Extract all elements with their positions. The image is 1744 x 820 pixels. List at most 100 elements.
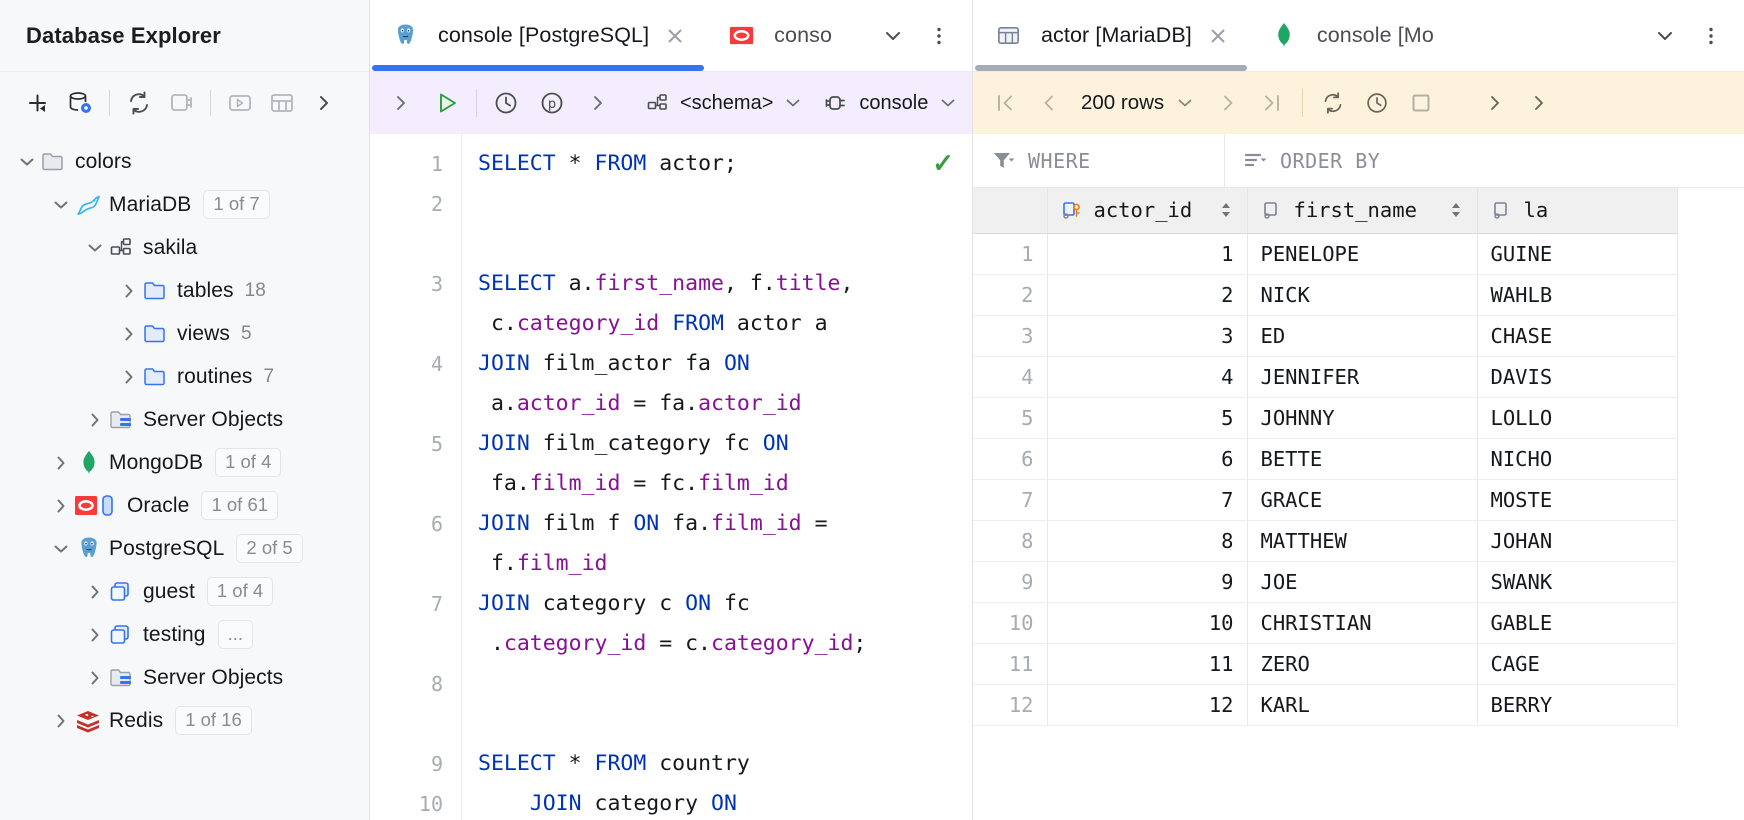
chevron-down-icon[interactable] [48, 192, 74, 218]
first-page-icon[interactable] [983, 81, 1027, 125]
tree-item-server-objects[interactable]: Server Objects [0, 656, 369, 699]
sort-indicator-icon[interactable] [1448, 199, 1464, 221]
cell-actor-id[interactable]: 4 [1047, 356, 1247, 397]
cell-first-name[interactable]: JOHNNY [1247, 397, 1477, 438]
chevron-down-icon[interactable] [48, 536, 74, 562]
table-editor-icon[interactable] [262, 84, 302, 122]
database-settings-icon[interactable] [60, 84, 100, 122]
history-icon[interactable] [483, 81, 529, 125]
table-row[interactable]: 77GRACEMOSTE [973, 479, 1677, 520]
cell-last-name[interactable]: GUINE [1477, 233, 1677, 274]
code-line[interactable]: .category_id = c.category_id; [478, 624, 972, 664]
cell-actor-id[interactable]: 6 [1047, 438, 1247, 479]
code-line[interactable]: JOIN film_actor fa ON [478, 344, 972, 384]
cell-last-name[interactable]: WAHLB [1477, 274, 1677, 315]
cell-first-name[interactable]: CHRISTIAN [1247, 602, 1477, 643]
disconnect-icon[interactable] [161, 84, 201, 122]
tree-item-redis[interactable]: Redis1 of 16 [0, 699, 369, 742]
tree-item-testing[interactable]: testing... [0, 613, 369, 656]
more-vertical-icon[interactable] [916, 13, 962, 59]
table-row[interactable]: 1212KARLBERRY [973, 684, 1677, 725]
row-number[interactable]: 9 [973, 561, 1047, 602]
code-line[interactable]: SELECT a.first_name, f.title, [478, 264, 972, 304]
next-page-icon[interactable] [1206, 81, 1250, 125]
cell-actor-id[interactable]: 2 [1047, 274, 1247, 315]
cell-last-name[interactable]: GABLE [1477, 602, 1677, 643]
tree-item-guest[interactable]: guest1 of 4 [0, 570, 369, 613]
where-filter-input[interactable]: WHERE [973, 134, 1225, 187]
code-line[interactable]: SELECT * FROM actor; [478, 144, 972, 184]
refresh-icon[interactable] [119, 84, 159, 122]
close-icon[interactable] [1205, 23, 1231, 49]
chevron-right-icon[interactable] [82, 579, 108, 605]
row-number[interactable]: 4 [973, 356, 1047, 397]
cell-last-name[interactable]: CHASE [1477, 315, 1677, 356]
prev-page-icon[interactable] [1027, 81, 1071, 125]
cell-first-name[interactable]: JOE [1247, 561, 1477, 602]
chevron-right-icon[interactable] [82, 407, 108, 433]
cell-actor-id[interactable]: 9 [1047, 561, 1247, 602]
rows-count-selector[interactable]: 200 rows [1071, 81, 1206, 125]
chevron-right-icon[interactable] [48, 450, 74, 476]
row-number[interactable]: 11 [973, 643, 1047, 684]
cell-first-name[interactable]: MATTHEW [1247, 520, 1477, 561]
tree-item-mariadb[interactable]: MariaDB1 of 7 [0, 183, 369, 226]
row-number[interactable]: 2 [973, 274, 1047, 315]
chevron-down-icon[interactable] [82, 235, 108, 261]
tree-item-routines[interactable]: routines7 [0, 355, 369, 398]
session-selector[interactable]: console [812, 81, 967, 125]
code-line[interactable]: JOIN category ON [478, 784, 972, 820]
cell-actor-id[interactable]: 1 [1047, 233, 1247, 274]
cell-last-name[interactable]: BERRY [1477, 684, 1677, 725]
close-icon[interactable] [662, 23, 688, 49]
cell-last-name[interactable]: DAVIS [1477, 356, 1677, 397]
cell-actor-id[interactable]: 5 [1047, 397, 1247, 438]
code-line[interactable]: SELECT * FROM country [478, 744, 972, 784]
cell-first-name[interactable]: BETTE [1247, 438, 1477, 479]
tree-item-colors[interactable]: colors [0, 140, 369, 183]
order-by-filter-input[interactable]: ORDER BY [1225, 134, 1744, 187]
cell-first-name[interactable]: GRACE [1247, 479, 1477, 520]
code-line[interactable] [478, 184, 972, 224]
code-line[interactable] [478, 224, 972, 264]
code-line[interactable]: JOIN film f ON fa.film_id = [478, 504, 972, 544]
cell-last-name[interactable]: CAGE [1477, 643, 1677, 684]
refresh-icon[interactable] [1311, 81, 1355, 125]
chevron-down-icon[interactable] [14, 149, 40, 175]
sql-editor[interactable]: 12345678910 SELECT * FROM actor; SELECT … [370, 134, 972, 820]
tab-console-oracle[interactable]: conso [706, 0, 850, 71]
cell-actor-id[interactable]: 7 [1047, 479, 1247, 520]
row-number[interactable]: 1 [973, 233, 1047, 274]
table-row[interactable]: 66BETTENICHO [973, 438, 1677, 479]
schema-selector[interactable]: <schema> [635, 81, 812, 125]
run-icon[interactable] [424, 81, 470, 125]
code-line[interactable]: a.actor_id = fa.actor_id [478, 384, 972, 424]
tree-item-server-objects[interactable]: Server Objects [0, 398, 369, 441]
cell-actor-id[interactable]: 10 [1047, 602, 1247, 643]
table-row[interactable]: 99JOESWANK [973, 561, 1677, 602]
chevron-right-icon[interactable] [82, 622, 108, 648]
cell-first-name[interactable]: ED [1247, 315, 1477, 356]
tree-item-postgresql[interactable]: PostgreSQL2 of 5 [0, 527, 369, 570]
table-row[interactable]: 1010CHRISTIANGABLE [973, 602, 1677, 643]
column-header-last-name[interactable]: la [1477, 188, 1677, 233]
cell-first-name[interactable]: KARL [1247, 684, 1477, 725]
tree-item-sakila[interactable]: sakila [0, 226, 369, 269]
result-data-grid[interactable]: actor_id [973, 188, 1744, 820]
column-header-actor-id[interactable]: actor_id [1047, 188, 1247, 233]
table-row[interactable]: 1111ZEROCAGE [973, 643, 1677, 684]
cell-actor-id[interactable]: 8 [1047, 520, 1247, 561]
code-line[interactable] [478, 664, 972, 704]
cell-last-name[interactable]: MOSTE [1477, 479, 1677, 520]
chevron-down-icon[interactable] [870, 13, 916, 59]
row-number[interactable]: 5 [973, 397, 1047, 438]
more-vertical-icon[interactable] [1688, 13, 1734, 59]
table-row[interactable]: 88MATTHEWJOHAN [973, 520, 1677, 561]
chevron-right-more-icon[interactable] [575, 81, 621, 125]
row-number[interactable]: 7 [973, 479, 1047, 520]
cell-actor-id[interactable]: 11 [1047, 643, 1247, 684]
row-number[interactable]: 8 [973, 520, 1047, 561]
chevron-right-icon[interactable] [378, 81, 424, 125]
row-number[interactable]: 6 [973, 438, 1047, 479]
cell-first-name[interactable]: PENELOPE [1247, 233, 1477, 274]
